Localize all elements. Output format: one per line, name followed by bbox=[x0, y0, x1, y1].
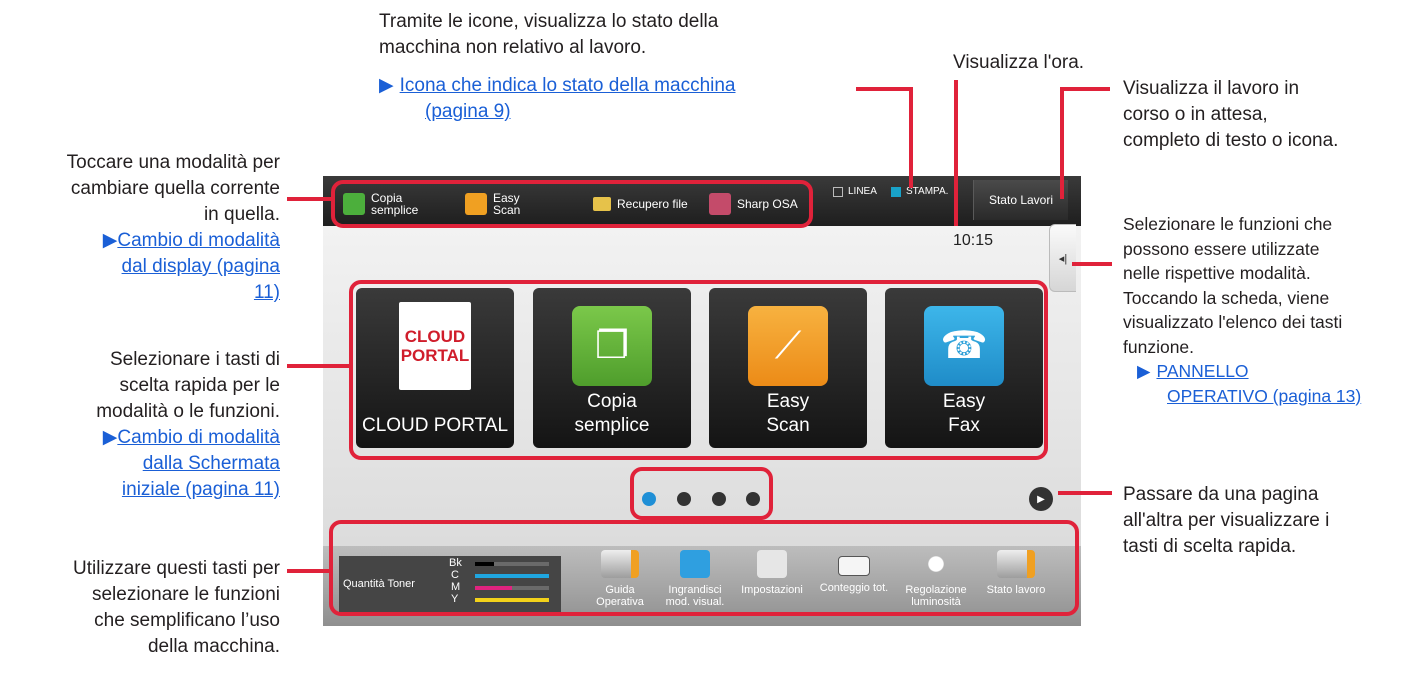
annotation-text: Toccare una modalità per bbox=[66, 152, 280, 173]
link-page-11[interactable]: 11) bbox=[254, 282, 280, 303]
highlight-function-keys bbox=[329, 520, 1079, 616]
callout-line bbox=[1072, 262, 1112, 266]
annotation-text: Tramite le icone, visualizza lo stato de… bbox=[379, 11, 719, 32]
arrow-right-icon: ▶ bbox=[1137, 361, 1151, 381]
annotation-text: della macchina. bbox=[147, 636, 280, 657]
link-machine-status-icon[interactable]: Icona che indica lo stato della macchina bbox=[400, 75, 736, 96]
annotation-text: tasti di scelta rapida. bbox=[1123, 536, 1297, 557]
annotation-text: corso o in attesa, bbox=[1123, 104, 1268, 125]
callout-line bbox=[954, 80, 958, 226]
arrow-right-icon: ▶ bbox=[379, 75, 394, 96]
annotation-text: Selezionare i tasti di bbox=[109, 349, 280, 370]
link-page-13[interactable]: OPERATIVO (pagina 13) bbox=[1167, 386, 1361, 406]
link-mode-change-home[interactable]: Cambio di modalità bbox=[117, 427, 280, 448]
link-page-9[interactable]: (pagina 9) bbox=[425, 101, 511, 122]
link-mode-change-home-2[interactable]: dalla Schermata bbox=[143, 453, 280, 474]
link-operating-panel[interactable]: PANNELLO bbox=[1156, 361, 1248, 381]
callout-line bbox=[1060, 87, 1110, 91]
annotation-text: Toccando la scheda, viene bbox=[1123, 287, 1330, 308]
link-mode-change-display-2[interactable]: dal display (pagina bbox=[122, 256, 280, 277]
annotation-text: in quella. bbox=[203, 204, 280, 225]
callout-line bbox=[287, 364, 349, 368]
collapse-arrow-icon: ◂| bbox=[1058, 252, 1068, 265]
highlight-page-dots bbox=[630, 467, 773, 520]
annotation-job: Visualizza il lavoro in corso o in attes… bbox=[1123, 76, 1338, 154]
annotation-text: macchina non relativo al lavoro. bbox=[379, 37, 647, 58]
highlight-top-modes bbox=[331, 180, 813, 228]
annotation-bottom-keys: Utilizzare questi tasti per selezionare … bbox=[0, 556, 280, 660]
arrow-right-icon: ▶ bbox=[102, 427, 118, 448]
print-lamp: STAMPA. bbox=[891, 186, 948, 197]
clock: 10:15 bbox=[953, 232, 994, 249]
annotation-clock: Visualizza l'ora. bbox=[953, 52, 1085, 73]
callout-line bbox=[1060, 87, 1064, 199]
annotation-text: funzione. bbox=[1123, 336, 1195, 357]
annotation-text: selezionare le funzioni bbox=[91, 584, 280, 605]
annotation-text: modalità o le funzioni. bbox=[96, 401, 280, 422]
callout-line bbox=[287, 569, 329, 573]
annotation-text: scelta rapida per le bbox=[119, 375, 280, 396]
link-page-11-home[interactable]: iniziale (pagina 11) bbox=[122, 479, 280, 500]
annotation-text: Utilizzare questi tasti per bbox=[73, 558, 280, 579]
annotation-text: completo di testo o icona. bbox=[1123, 130, 1339, 151]
lamp-label: LINEA bbox=[848, 186, 877, 197]
callout-line bbox=[909, 87, 913, 188]
annotation-text: Visualizza il lavoro in bbox=[1123, 78, 1300, 99]
play-icon: ▶ bbox=[1037, 493, 1045, 505]
annotation-text: possono essere utilizzate bbox=[1123, 238, 1320, 259]
callout-line bbox=[856, 87, 912, 91]
annotation-text: nelle rispettive modalità. bbox=[1123, 263, 1311, 283]
arrow-right-icon: ▶ bbox=[102, 230, 118, 251]
side-tab-toggle[interactable]: ◂| bbox=[1049, 224, 1076, 292]
next-page-button[interactable]: ▶ bbox=[1029, 487, 1053, 511]
annotation-text: visualizzato l'elenco dei tasti bbox=[1123, 312, 1343, 332]
line-lamp: LINEA bbox=[833, 186, 877, 197]
callout-line bbox=[1058, 491, 1112, 495]
highlight-shortcut-keys bbox=[349, 280, 1048, 460]
callout-line bbox=[287, 197, 331, 201]
annotation-mode-switch: Toccare una modalità per cambiare quella… bbox=[0, 150, 280, 306]
annotation-text: Passare da una pagina bbox=[1123, 484, 1319, 505]
annotation-shortcuts: Selezionare i tasti di scelta rapida per… bbox=[0, 347, 280, 503]
annotation-text: che semplificano l’uso bbox=[94, 610, 280, 631]
lamp-on-icon bbox=[891, 186, 901, 197]
annotation-paging: Passare da una pagina all'altra per visu… bbox=[1123, 482, 1329, 560]
link-mode-change-display[interactable]: Cambio di modalità bbox=[117, 230, 280, 251]
lamp-off-icon bbox=[833, 186, 843, 197]
annotation-text: cambiare quella corrente bbox=[70, 178, 280, 199]
annotation-text: all'altra per visualizzare i bbox=[1123, 510, 1330, 531]
annotation-side-tab: Selezionare le funzioni che possono esse… bbox=[1123, 212, 1361, 408]
annotation-top-icons: Tramite le icone, visualizza lo stato de… bbox=[379, 9, 736, 125]
annotation-text: Selezionare le funzioni che bbox=[1123, 214, 1333, 234]
job-status-button[interactable]: Stato Lavori bbox=[973, 180, 1068, 220]
